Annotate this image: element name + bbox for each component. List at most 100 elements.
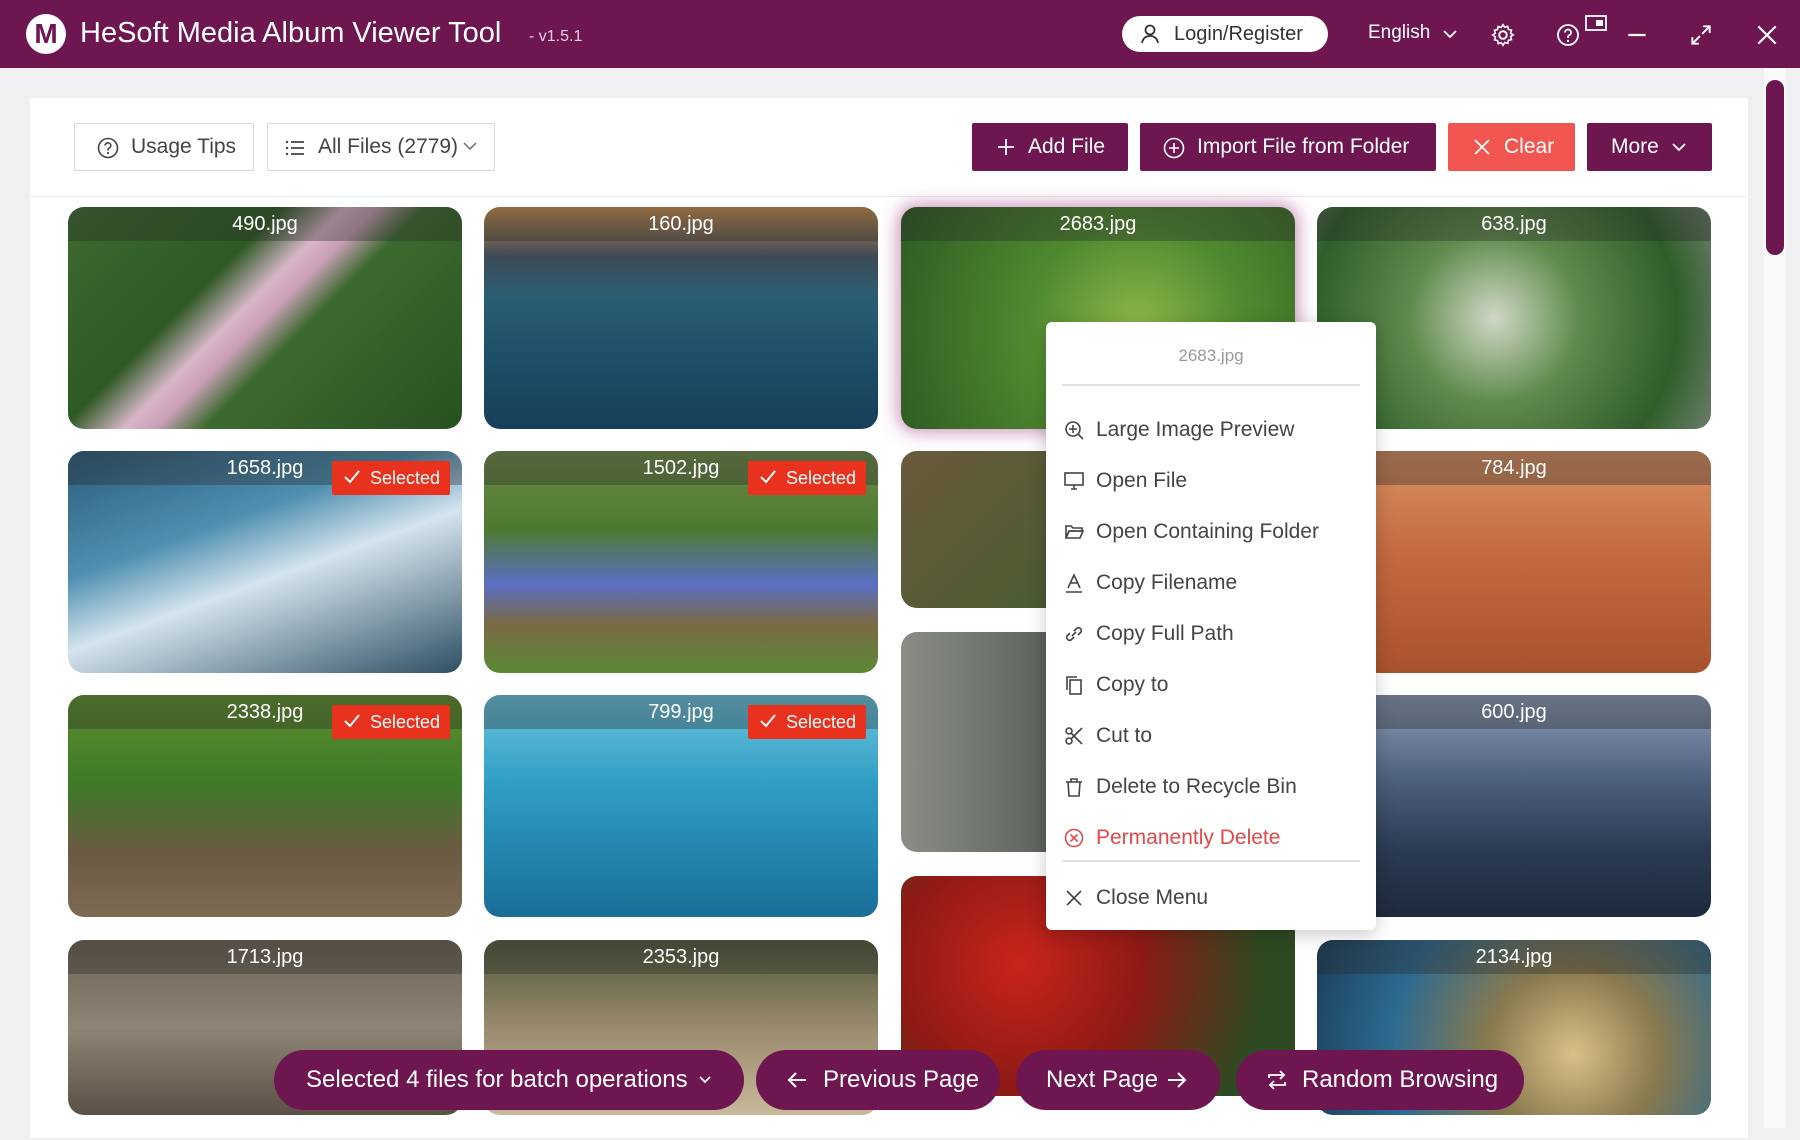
text-a-icon bbox=[1066, 573, 1082, 593]
folder-open-icon bbox=[1064, 525, 1084, 539]
tile-filename: 2683.jpg bbox=[901, 207, 1295, 241]
menu-item-label: Delete to Recycle Bin bbox=[1096, 775, 1297, 798]
menu-item-cut-to[interactable]: Cut to bbox=[1046, 714, 1376, 758]
menu-item-label: Large Image Preview bbox=[1096, 418, 1295, 441]
photo-tile[interactable]: 600.jpg bbox=[1317, 695, 1711, 917]
login-register-button[interactable]: Login/Register bbox=[1122, 16, 1328, 52]
chevron-down-icon bbox=[463, 142, 477, 151]
next-page-label: Next Page bbox=[1046, 1066, 1159, 1093]
gear-icon[interactable] bbox=[1490, 22, 1516, 48]
close-icon bbox=[1066, 890, 1082, 906]
photo-tile[interactable]: 1502.jpg Selected bbox=[484, 451, 878, 673]
photo-tile[interactable]: 1658.jpg Selected bbox=[68, 451, 462, 673]
menu-separator bbox=[1062, 384, 1360, 386]
previous-page-button[interactable]: Previous Page bbox=[756, 1050, 1000, 1110]
menu-item-copy-to[interactable]: Copy to bbox=[1046, 663, 1376, 707]
photo-tile[interactable]: 799.jpg Selected bbox=[484, 695, 878, 917]
random-browsing-button[interactable]: Random Browsing bbox=[1236, 1050, 1524, 1110]
maximize-icon[interactable] bbox=[1688, 22, 1714, 48]
file-filter-select[interactable]: All Files (2779) bbox=[267, 123, 495, 171]
link-icon bbox=[1065, 626, 1083, 642]
menu-item-label: Open Containing Folder bbox=[1096, 520, 1319, 543]
add-file-label: Add File bbox=[1028, 135, 1106, 158]
more-label: More bbox=[1611, 135, 1659, 158]
plus-circle-icon bbox=[1163, 137, 1185, 159]
photo-tile[interactable]: 784.jpg bbox=[1317, 451, 1711, 673]
selected-badge: Selected bbox=[748, 461, 866, 495]
language-label: English bbox=[1368, 22, 1431, 43]
usage-tips-button[interactable]: Usage Tips bbox=[74, 123, 254, 171]
menu-item-label: Copy to bbox=[1096, 673, 1169, 696]
batch-operations-button[interactable]: Selected 4 files for batch operations bbox=[274, 1050, 744, 1110]
menu-item-copy-full-path[interactable]: Copy Full Path bbox=[1046, 612, 1376, 656]
chevron-down-icon bbox=[1672, 143, 1686, 152]
arrow-left-icon bbox=[787, 1072, 806, 1088]
selected-label: Selected bbox=[370, 712, 441, 732]
menu-item-copy-filename[interactable]: Copy Filename bbox=[1046, 561, 1376, 605]
menu-item-label: Permanently Delete bbox=[1096, 826, 1281, 849]
help-icon[interactable] bbox=[1556, 22, 1580, 48]
check-icon bbox=[760, 470, 776, 484]
shuffle-icon bbox=[1268, 1070, 1286, 1090]
import-folder-label: Import File from Folder bbox=[1197, 135, 1410, 158]
next-page-button[interactable]: Next Page bbox=[1016, 1050, 1220, 1110]
zoom-in-icon bbox=[1065, 421, 1084, 440]
menu-item-delete-to-recycle-bin[interactable]: Delete to Recycle Bin bbox=[1046, 765, 1376, 809]
menu-item-label: Copy Full Path bbox=[1096, 622, 1234, 645]
menu-item-label: Open File bbox=[1096, 469, 1188, 492]
context-menu: 2683.jpg Large Image Preview Open File Ope… bbox=[1046, 322, 1376, 930]
tile-filename: 1713.jpg bbox=[68, 940, 462, 974]
menu-item-large-image-preview[interactable]: Large Image Preview bbox=[1046, 408, 1376, 452]
photo-tile[interactable]: 2338.jpg Selected bbox=[68, 695, 462, 917]
menu-item-open-containing-folder[interactable]: Open Containing Folder bbox=[1046, 510, 1376, 554]
selected-badge: Selected bbox=[748, 705, 866, 739]
check-icon bbox=[344, 714, 360, 728]
import-folder-button[interactable]: Import File from Folder bbox=[1140, 123, 1436, 171]
menu-item-permanently-delete[interactable]: Permanently Delete bbox=[1046, 816, 1376, 860]
arrow-right-icon bbox=[1168, 1072, 1187, 1088]
selected-label: Selected bbox=[786, 468, 857, 488]
selected-badge: Selected bbox=[332, 461, 450, 495]
user-icon bbox=[1141, 24, 1159, 44]
app-window: M HeSoft Media Album Viewer Tool - v1.5.… bbox=[0, 0, 1800, 1140]
selected-badge: Selected bbox=[332, 705, 450, 739]
app-title: HeSoft Media Album Viewer Tool bbox=[80, 17, 502, 49]
chevron-down-icon bbox=[699, 1076, 711, 1084]
more-button[interactable]: More bbox=[1587, 123, 1712, 171]
minimize-icon[interactable] bbox=[1624, 22, 1650, 48]
plus-icon bbox=[998, 139, 1014, 155]
chevron-down-icon bbox=[1443, 30, 1457, 39]
scrollbar-thumb[interactable] bbox=[1766, 80, 1784, 255]
check-icon bbox=[760, 714, 776, 728]
random-browsing-label: Random Browsing bbox=[1302, 1066, 1499, 1093]
menu-item-label: Cut to bbox=[1096, 724, 1153, 747]
trash-icon bbox=[1066, 778, 1082, 797]
check-icon bbox=[344, 470, 360, 484]
previous-page-label: Previous Page bbox=[823, 1066, 980, 1093]
photo-tile[interactable]: 160.jpg bbox=[484, 207, 878, 429]
selected-label: Selected bbox=[370, 468, 441, 488]
menu-separator bbox=[1062, 860, 1360, 862]
batch-operations-label: Selected 4 files for batch operations bbox=[306, 1066, 688, 1093]
add-file-button[interactable]: Add File bbox=[972, 123, 1128, 171]
list-icon bbox=[285, 140, 304, 156]
clear-button[interactable]: Clear bbox=[1448, 123, 1575, 171]
tile-filename: 638.jpg bbox=[1317, 207, 1711, 241]
selected-label: Selected bbox=[786, 712, 857, 732]
close-icon bbox=[1474, 139, 1490, 155]
copy-icon bbox=[1066, 676, 1082, 695]
app-logo: M bbox=[26, 14, 66, 54]
app-version: - v1.5.1 bbox=[529, 28, 583, 45]
login-label: Login/Register bbox=[1174, 23, 1303, 45]
photo-tile[interactable]: 638.jpg bbox=[1317, 207, 1711, 429]
title-bar: M HeSoft Media Album Viewer Tool - v1.5.… bbox=[0, 0, 1800, 68]
tile-filename: 2353.jpg bbox=[484, 940, 878, 974]
language-select[interactable]: English bbox=[1368, 22, 1457, 44]
close-icon[interactable] bbox=[1754, 22, 1780, 48]
photo-tile[interactable]: 490.jpg bbox=[68, 207, 462, 429]
menu-item-open-file[interactable]: Open File bbox=[1046, 459, 1376, 503]
tile-filename: 160.jpg bbox=[484, 207, 878, 241]
mini-window-icon[interactable] bbox=[1584, 14, 1608, 34]
x-circle-icon bbox=[1064, 828, 1084, 848]
menu-item-close-menu[interactable]: Close Menu bbox=[1046, 876, 1376, 920]
